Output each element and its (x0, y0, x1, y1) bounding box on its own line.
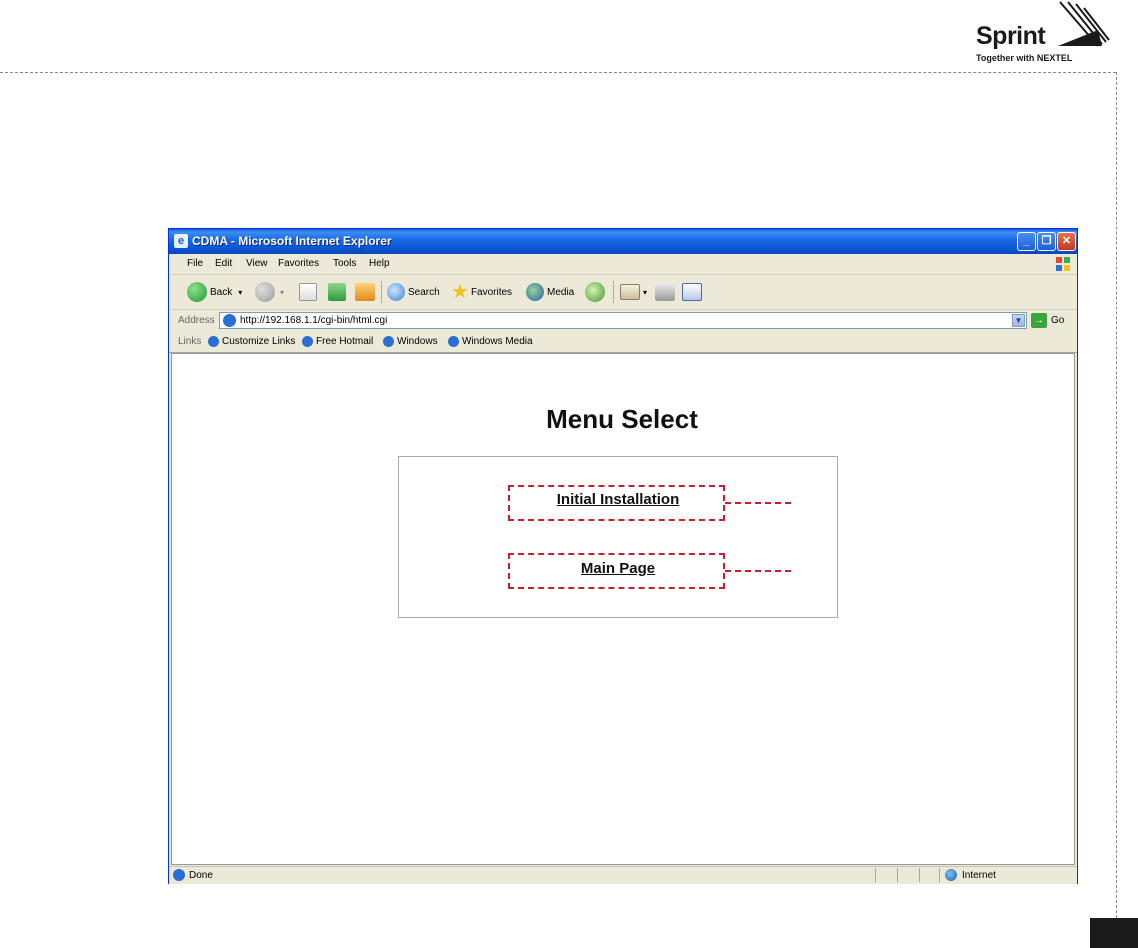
go-button[interactable]: Go (1051, 315, 1064, 326)
mail-icon (620, 284, 640, 300)
sprint-logo-text: Sprint (976, 22, 1046, 50)
media-icon (526, 283, 544, 301)
search-button[interactable]: Search (387, 281, 440, 303)
edit-icon (682, 283, 702, 301)
sprint-logo: Sprint Together with NEXTEL (972, 0, 1112, 68)
media-button[interactable]: Media (526, 281, 574, 303)
security-zone-label: Internet (962, 870, 996, 881)
favorites-label: Favorites (470, 286, 513, 298)
back-dropdown-icon: ▾ (238, 287, 243, 297)
address-label: Address (178, 315, 215, 326)
link-ie-icon (383, 336, 394, 347)
favorites-star-icon: ★ (451, 281, 469, 303)
link-windows[interactable]: Windows (383, 336, 438, 347)
link-ie-icon (302, 336, 313, 347)
standard-toolbar: Back ▾ ▾ Search ★ Favorites Media ▾ (169, 275, 1077, 310)
print-button[interactable] (655, 281, 678, 303)
edit-button[interactable] (682, 281, 705, 303)
address-dropdown-icon[interactable]: ▼ (1012, 314, 1025, 327)
toolbar-separator (381, 281, 382, 303)
maximize-button[interactable]: ❐ (1037, 232, 1056, 251)
status-page-icon (173, 869, 185, 881)
favorites-button[interactable]: ★ Favorites (451, 281, 512, 303)
page-title: Menu Select (546, 404, 698, 434)
address-url: http://192.168.1.1/cgi-bin/html.cgi (240, 315, 388, 326)
callout-box-initial-installation (508, 485, 725, 521)
home-button[interactable] (355, 281, 378, 303)
back-label: Back (210, 286, 233, 298)
search-icon (387, 283, 405, 301)
links-bar: Links Customize Links Free Hotmail Windo… (169, 332, 1077, 353)
link-label: Windows Media (462, 336, 533, 347)
forward-dropdown-icon: ▾ (280, 287, 285, 297)
go-arrow-icon[interactable]: → (1031, 313, 1047, 328)
menu-view[interactable]: View (246, 258, 268, 269)
address-input[interactable]: http://192.168.1.1/cgi-bin/html.cgi ▼ (219, 312, 1027, 329)
back-arrow-icon (187, 282, 207, 302)
menu-help[interactable]: Help (369, 258, 390, 269)
search-label: Search (408, 286, 440, 298)
history-button[interactable] (585, 281, 608, 303)
mail-dropdown-icon: ▾ (643, 287, 648, 297)
forward-button[interactable]: ▾ (255, 281, 284, 303)
history-icon (585, 282, 605, 302)
page-number-tab (1090, 918, 1138, 948)
windows-logo-icon (1056, 257, 1070, 271)
media-label: Media (547, 286, 575, 298)
sprint-wing-icon (1058, 1, 1110, 47)
callout-line-initial-installation (725, 502, 791, 504)
link-ie-icon (208, 336, 219, 347)
status-divider (919, 868, 920, 882)
print-icon (655, 283, 675, 301)
menu-tools[interactable]: Tools (333, 258, 356, 269)
link-label: Windows (397, 336, 438, 347)
link-free-hotmail[interactable]: Free Hotmail (302, 336, 373, 347)
mail-button[interactable]: ▾ (620, 281, 647, 303)
status-bar: Done Internet (169, 866, 1077, 884)
link-label: Free Hotmail (316, 336, 374, 347)
ie-app-icon: e (174, 234, 188, 248)
toolbar-separator (613, 281, 614, 303)
status-divider (939, 868, 940, 882)
page-border-right (1116, 72, 1117, 948)
stop-icon (299, 283, 317, 301)
page-ie-icon (223, 314, 236, 327)
menu-edit[interactable]: Edit (215, 258, 232, 269)
page-content: Menu Select Initial Installation Main Pa… (171, 353, 1075, 865)
scrollbar[interactable] (1060, 354, 1074, 864)
status-divider (875, 868, 876, 882)
menu-bar: File Edit View Favorites Tools Help (169, 254, 1077, 275)
callout-box-main-page (508, 553, 725, 589)
link-ie-icon (448, 336, 459, 347)
menu-favorites[interactable]: Favorites (278, 258, 319, 269)
window-title: CDMA - Microsoft Internet Explorer (192, 234, 392, 248)
link-windows-media[interactable]: Windows Media (448, 336, 533, 347)
refresh-button[interactable] (328, 281, 349, 303)
callout-line-main-page (725, 570, 791, 572)
menu-select-box: Initial Installation Main Page (398, 456, 838, 618)
minimize-button[interactable]: _ (1017, 232, 1036, 251)
internet-globe-icon (945, 869, 957, 881)
ie-window: e CDMA - Microsoft Internet Explorer _ ❐… (168, 228, 1078, 884)
title-bar[interactable]: e CDMA - Microsoft Internet Explorer _ ❐… (169, 229, 1077, 254)
link-customize-links[interactable]: Customize Links (208, 336, 295, 347)
back-button[interactable]: Back ▾ (187, 281, 242, 303)
link-label: Customize Links (222, 336, 296, 347)
home-icon (355, 283, 375, 301)
forward-arrow-icon (255, 282, 275, 302)
menu-file[interactable]: File (187, 258, 203, 269)
refresh-icon (328, 283, 346, 301)
address-bar: Address http://192.168.1.1/cgi-bin/html.… (169, 310, 1077, 333)
status-divider (897, 868, 898, 882)
stop-button[interactable] (299, 281, 320, 303)
close-button[interactable]: ✕ (1057, 232, 1076, 251)
status-text: Done (189, 870, 213, 881)
page-border-top (0, 72, 1116, 73)
links-label: Links (178, 336, 202, 347)
